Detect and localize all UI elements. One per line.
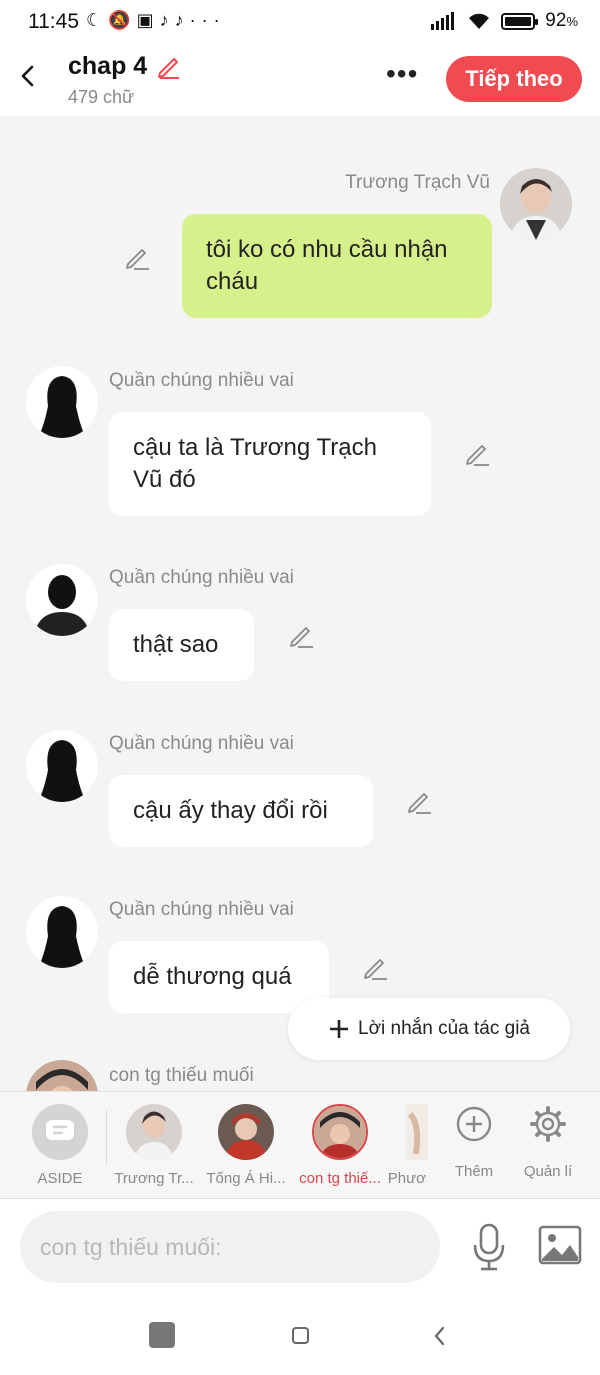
avatar[interactable] [26,730,98,802]
message-sender: Quần chúng nhiều vai [109,733,294,754]
avatar [312,1104,368,1160]
author-note-button[interactable]: Lời nhắn của tác giả [288,998,570,1060]
avatar [406,1104,428,1160]
message-sender: Quần chúng nhiều vai [109,370,294,391]
header: chap 4 479 chữ ••• Tiếp theo [0,44,600,116]
tiktok-icon: ♪ [174,10,190,30]
signal-icon [431,12,455,30]
message-sender: Quần chúng nhiều vai [109,899,294,920]
status-bar: 11:45 ☾🔕▣♪♪··· 92% [0,0,600,44]
message-sender: con tg thiếu muối [109,1065,254,1086]
shop-icon: ▣ [136,10,160,30]
moon-icon: ☾ [86,10,109,30]
message-bubble[interactable]: thật sao [109,609,254,681]
edit-icon[interactable] [462,438,492,468]
author-note-label: Lời nhắn của tác giả [358,1018,530,1039]
edit-icon[interactable] [360,952,390,982]
message-bubble[interactable]: tôi ko có nhu cầu nhận cháu [182,214,492,318]
word-count: 479 chữ [68,87,135,107]
more-icon: ··· [189,10,226,30]
avatar [126,1104,182,1160]
battery-icon [501,12,539,30]
mute-icon: 🔕 [108,10,137,30]
gear-icon [530,1106,566,1142]
manage-label: Quản lí [523,1163,573,1180]
plus-icon [330,1020,349,1038]
home-button[interactable] [292,1327,309,1344]
message-sender: Trương Trạch Vũ [345,172,490,193]
microphone-icon[interactable] [470,1223,508,1271]
battery-level: 92% [545,10,578,31]
avatar[interactable] [26,366,98,438]
message-bubble[interactable]: dễ thương quá [109,941,329,1013]
character-item[interactable]: Phươ [380,1104,428,1187]
message-bubble[interactable]: cậu ấy thay đổi rồi [109,775,373,847]
character-item[interactable]: Trương Tr... [108,1104,200,1187]
manage-button[interactable]: Quản lí [502,1104,594,1180]
avatar[interactable] [26,1060,98,1091]
aside-icon [32,1104,88,1160]
character-aside[interactable]: ASIDE [14,1104,106,1187]
avatar[interactable] [26,896,98,968]
message-sender: Quần chúng nhiều vai [109,567,294,588]
input-bar [0,1199,600,1299]
status-right: 92% [431,10,578,32]
edit-icon[interactable] [404,786,434,816]
page-title: chap 4 [68,52,148,80]
character-label: Trương Tr... [114,1170,194,1187]
more-options-button[interactable]: ••• [386,60,418,88]
character-label: Tống Á Hi... [206,1170,286,1187]
recent-apps-button[interactable] [149,1322,175,1348]
character-item[interactable]: Tống Á Hi... [200,1104,292,1187]
system-nav-bar [0,1299,600,1375]
character-bar: ASIDE Trương Tr... Tống Á Hi... con tg t… [0,1091,600,1199]
edit-icon[interactable] [122,242,152,272]
character-label: ASIDE [37,1170,83,1187]
wifi-icon [469,13,490,29]
avatar[interactable] [500,168,572,240]
avatar [218,1104,274,1160]
message-bubble[interactable]: cậu ta là Trương Trạch Vũ đó [109,412,431,516]
status-time: 11:45 [28,10,79,33]
chat-area[interactable]: Trương Trạch Vũ tôi ko có nhu cầu nhận c… [0,116,600,1091]
character-item-selected[interactable]: con tg thiế... [294,1104,386,1187]
divider [106,1110,107,1166]
add-circle-icon [456,1106,492,1142]
character-label: con tg thiế... [299,1170,381,1187]
notification-icons: ☾🔕▣♪♪··· [86,10,226,31]
tiktok-icon: ♪ [159,10,175,30]
message-input[interactable] [20,1211,440,1283]
edit-icon[interactable] [286,620,316,650]
nav-back-icon[interactable] [430,1323,450,1349]
next-button[interactable]: Tiếp theo [446,56,582,102]
character-label: Phươ [387,1170,426,1187]
image-icon[interactable] [538,1225,582,1265]
edit-title-icon[interactable] [154,52,182,80]
avatar[interactable] [26,564,98,636]
back-icon[interactable] [14,58,44,94]
